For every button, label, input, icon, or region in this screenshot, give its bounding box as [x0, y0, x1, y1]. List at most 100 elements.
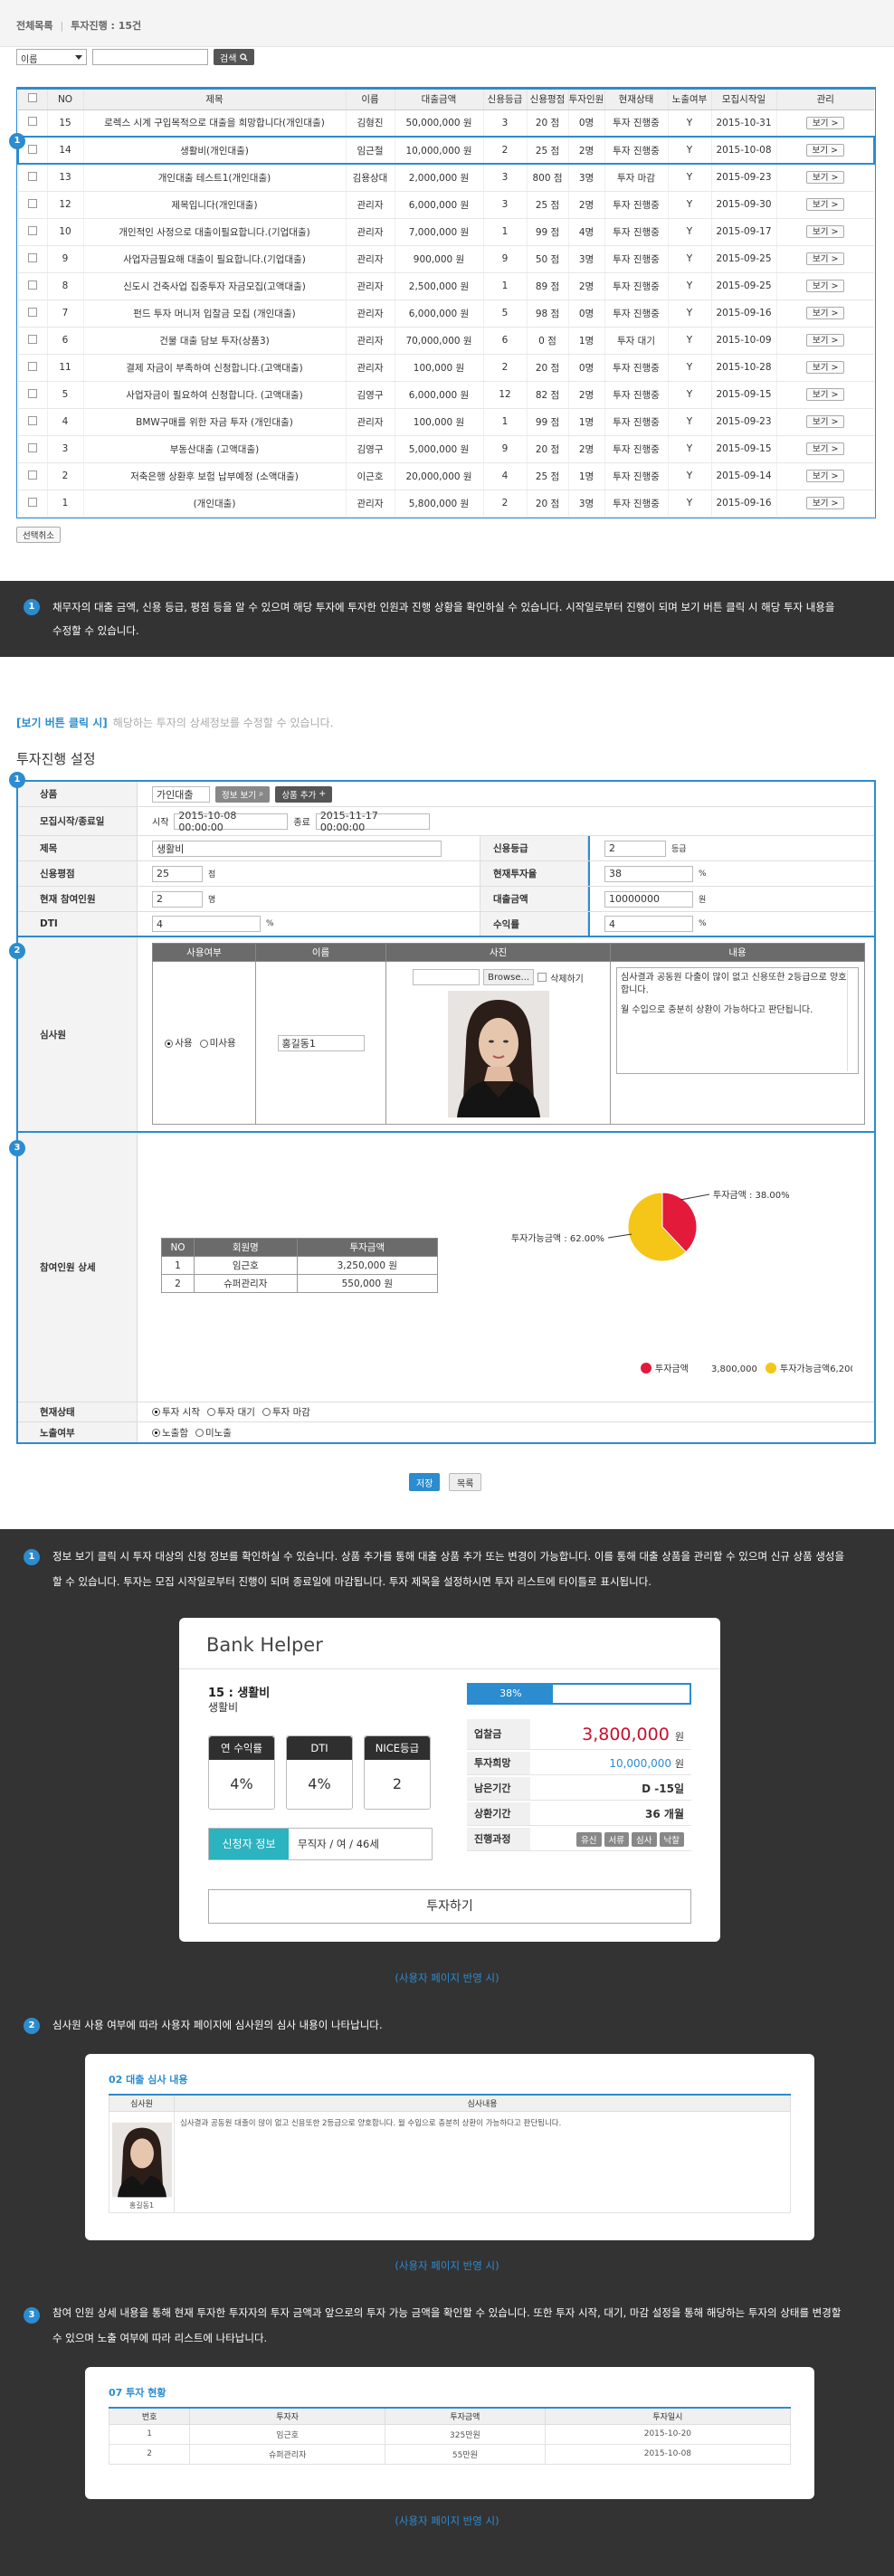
view-button[interactable]: 보기 >: [806, 470, 845, 482]
search-field-select[interactable]: 이름: [16, 49, 87, 65]
product-add-button[interactable]: 상품 추가 +: [275, 785, 333, 803]
row-checkbox[interactable]: [28, 470, 37, 480]
status-start-radio[interactable]: [152, 1408, 160, 1416]
table-cell: 신도시 건축사업 집중투자 자금모집(고액대출): [82, 272, 346, 300]
score-input[interactable]: 25: [152, 865, 203, 882]
row-checkbox-cell[interactable]: [17, 408, 47, 436]
rate-input[interactable]: 38: [604, 865, 693, 882]
row-checkbox[interactable]: [28, 144, 38, 154]
col-no: NO: [46, 90, 83, 110]
status-wait-radio[interactable]: [206, 1408, 215, 1416]
row-checkbox[interactable]: [28, 280, 37, 290]
manage-cell: 보기 >: [775, 327, 874, 355]
view-button[interactable]: 보기 >: [806, 361, 845, 374]
product-view-button[interactable]: 정보 보기 ⌕: [215, 785, 271, 803]
start-date-input[interactable]: 2015-10-08 00:00:00: [174, 810, 289, 833]
view-button[interactable]: 보기 >: [806, 252, 845, 265]
view-button[interactable]: 보기 >: [805, 144, 844, 157]
save-button[interactable]: 저장: [409, 1473, 441, 1491]
view-button[interactable]: 보기 >: [806, 198, 845, 211]
row-checkbox-cell[interactable]: [17, 272, 47, 300]
grade-unit: 등급: [671, 845, 687, 854]
yield-input[interactable]: 4: [604, 916, 693, 932]
explain-2: 심사원 사용 여부에 따라 사용자 페이지에 심사원의 심사 내용이 나타납니다…: [52, 2019, 383, 2031]
view-button[interactable]: 보기 >: [806, 497, 845, 509]
row-checkbox-cell[interactable]: [17, 327, 47, 355]
deselect-button[interactable]: 선택취소: [16, 527, 61, 543]
breadcrumb-root[interactable]: 전체목록: [16, 20, 52, 32]
row-checkbox[interactable]: [28, 225, 37, 235]
invest-cell: 325만원: [385, 2423, 546, 2445]
row-checkbox-cell[interactable]: [17, 381, 47, 409]
investment-pie-chart: 투자금액 : 38.00% 투자가능금액 : 62.00% 투자금액 3,800,00…: [511, 1190, 852, 1374]
expose-on-radio[interactable]: [152, 1428, 160, 1437]
view-button[interactable]: 보기 >: [806, 116, 845, 129]
invest-button[interactable]: 투자하기: [208, 1889, 691, 1924]
status-close-radio[interactable]: [262, 1408, 271, 1416]
row-people: 현재 참여인원 2명 대출금액 10000000 원: [18, 887, 874, 912]
row-checkbox[interactable]: [28, 388, 37, 398]
row-checkbox-cell[interactable]: [17, 218, 47, 246]
row-checkbox-cell[interactable]: [17, 490, 47, 518]
row-checkbox-cell[interactable]: [17, 164, 47, 192]
p-cell: 슈퍼관리자: [194, 1274, 298, 1293]
search-icon: ⌕: [258, 789, 264, 799]
review-textarea[interactable]: 심사결과 공동원 다출이 많이 없고 신용또한 2등급으로 양호합니다. 월 수…: [616, 967, 859, 1074]
row-checkbox-cell[interactable]: [17, 245, 47, 273]
select-all-checkbox[interactable]: [28, 93, 37, 103]
applicant-info: 신청자 정보 무직자 / 여 / 46세: [208, 1828, 433, 1860]
reviewer-name-input[interactable]: 홍길동1: [277, 1034, 365, 1051]
list-button[interactable]: 목록: [449, 1473, 482, 1491]
row-checkbox[interactable]: [28, 361, 37, 371]
table-cell: 1명: [567, 408, 604, 436]
delete-photo-checkbox[interactable]: [537, 973, 547, 982]
dti-input[interactable]: 4: [152, 916, 261, 932]
row-checkbox[interactable]: [28, 415, 37, 425]
view-button[interactable]: 보기 >: [806, 171, 845, 185]
row-checkbox-cell[interactable]: [17, 462, 47, 490]
manage-cell: 보기 >: [775, 218, 874, 246]
row-checkbox[interactable]: [28, 117, 37, 127]
table-cell: 13: [46, 164, 83, 192]
row-checkbox[interactable]: [28, 497, 37, 507]
view-button[interactable]: 보기 >: [806, 334, 845, 347]
row-checkbox[interactable]: [28, 307, 37, 317]
view-button[interactable]: 보기 >: [806, 307, 845, 319]
product-select[interactable]: 가인대출: [152, 785, 210, 803]
view-button[interactable]: 보기 >: [806, 388, 845, 401]
row-checkbox[interactable]: [28, 171, 37, 181]
row-checkbox-cell[interactable]: [17, 435, 47, 463]
row-checkbox[interactable]: [28, 198, 37, 208]
row-checkbox-cell[interactable]: [17, 109, 47, 138]
end-date-input[interactable]: 2015-11-17 00:00:00: [315, 810, 430, 833]
note-marker-3: 3: [24, 2307, 40, 2324]
people-input[interactable]: 2: [152, 890, 203, 908]
row-checkbox[interactable]: [28, 442, 37, 452]
table-cell: 김영구: [345, 381, 395, 409]
view-button[interactable]: 보기 >: [806, 415, 845, 428]
view-button[interactable]: 보기 >: [806, 280, 845, 292]
review-photo-cell: 홍길동1: [109, 2110, 175, 2213]
row-checkbox-cell[interactable]: [17, 191, 47, 219]
grade-input[interactable]: 2: [604, 840, 666, 857]
view-button[interactable]: 보기 >: [806, 225, 845, 238]
title-input[interactable]: 생활비: [152, 840, 442, 857]
use-on-radio[interactable]: [165, 1039, 174, 1048]
search-button[interactable]: 검색: [214, 49, 255, 65]
table-cell: 관리자: [345, 299, 395, 328]
review-scrollbar[interactable]: [847, 970, 856, 1071]
browse-button[interactable]: Browse...: [483, 969, 535, 985]
view-button[interactable]: 보기 >: [806, 442, 845, 455]
select-all-header[interactable]: [17, 90, 47, 110]
expose-off-radio[interactable]: [195, 1428, 204, 1437]
amount-input[interactable]: 10000000: [604, 890, 693, 908]
row-checkbox[interactable]: [28, 252, 37, 262]
row-checkbox-cell[interactable]: [17, 299, 47, 328]
file-path-input[interactable]: [413, 969, 480, 985]
row-checkbox[interactable]: [28, 334, 37, 344]
search-input[interactable]: [92, 49, 208, 65]
row-product: 상품 가인대출 정보 보기 ⌕ 상품 추가 +: [18, 782, 874, 807]
row-checkbox-cell[interactable]: [17, 354, 47, 382]
table-cell: 2명: [567, 191, 604, 219]
use-off-radio[interactable]: [199, 1039, 208, 1048]
